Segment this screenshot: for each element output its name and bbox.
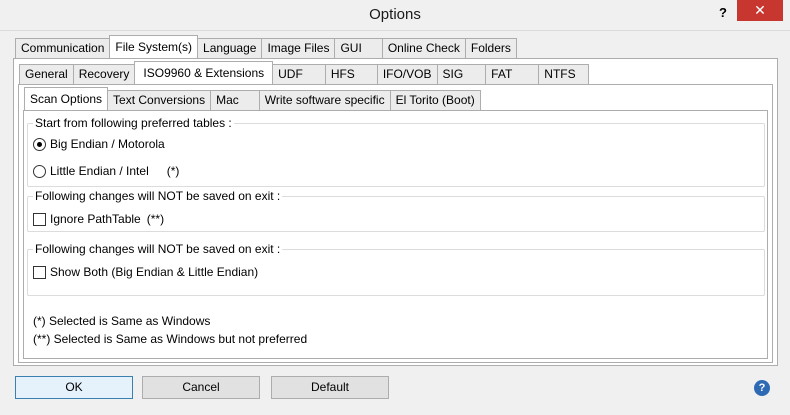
main-tabs: Communication File System(s) Language Im… — [15, 35, 517, 58]
tab-online-check[interactable]: Online Check — [381, 38, 466, 58]
tab-ntfs[interactable]: NTFS — [538, 64, 589, 84]
ignore-pathtable-option[interactable]: Ignore PathTable (**) — [33, 212, 164, 226]
tab-hfs[interactable]: HFS — [324, 64, 378, 84]
footnote-double: (**) Selected is Same as Windows but not… — [33, 332, 308, 346]
tab-write-software-specific[interactable]: Write software specific — [258, 90, 391, 110]
tab-general[interactable]: General — [19, 64, 74, 84]
tab-scan-options[interactable]: Scan Options — [24, 87, 109, 110]
ignore-pathtable-note: (**) — [146, 212, 165, 226]
title-bar: Options ? ✕ — [0, 0, 790, 31]
tab-text-conversions[interactable]: Text Conversions — [107, 90, 212, 110]
ignore-pathtable-label: Ignore PathTable — [50, 212, 141, 226]
tab-communication[interactable]: Communication — [15, 38, 111, 58]
cancel-button[interactable]: Cancel — [142, 376, 260, 399]
little-endian-option[interactable]: Little Endian / Intel (*) — [33, 164, 179, 178]
little-endian-radio[interactable] — [33, 164, 46, 178]
preferred-tables-title: Start from following preferred tables : — [33, 116, 234, 130]
tab-ifo-vob[interactable]: IFO/VOB — [376, 64, 438, 84]
tab-language[interactable]: Language — [197, 38, 263, 58]
tab-gui[interactable]: GUI — [334, 38, 383, 58]
ok-button[interactable]: OK — [15, 376, 133, 399]
big-endian-label: Big Endian / Motorola — [50, 137, 165, 151]
little-endian-label: Little Endian / Intel — [50, 164, 149, 178]
tab-udf[interactable]: UDF — [272, 64, 326, 84]
show-both-checkbox[interactable] — [33, 265, 46, 279]
iso-subtabs: Scan Options Text Conversions Mac Write … — [24, 87, 481, 110]
help-icon[interactable]: ? — [754, 380, 770, 396]
tab-iso9960[interactable]: ISO9960 & Extensions — [134, 61, 274, 84]
big-endian-option[interactable]: Big Endian / Motorola — [33, 137, 165, 151]
show-both-group-title: Following changes will NOT be saved on e… — [33, 242, 283, 256]
ignore-pathtable-checkbox[interactable] — [33, 212, 46, 226]
show-both-option[interactable]: Show Both (Big Endian & Little Endian) — [33, 265, 258, 279]
tab-fat[interactable]: FAT — [485, 64, 540, 84]
tab-el-torito[interactable]: El Torito (Boot) — [389, 90, 481, 110]
little-endian-note: (*) — [166, 164, 180, 178]
tab-file-systems[interactable]: File System(s) — [109, 35, 199, 58]
default-button[interactable]: Default — [271, 376, 389, 399]
tab-mac[interactable]: Mac — [210, 90, 260, 110]
tab-image-files[interactable]: Image Files — [261, 38, 336, 58]
pathtable-group-title: Following changes will NOT be saved on e… — [33, 189, 283, 203]
title-help-button[interactable]: ? — [713, 5, 733, 23]
big-endian-radio[interactable] — [33, 137, 46, 151]
tab-recovery[interactable]: Recovery — [72, 64, 136, 84]
filesystem-tabs: General Recovery ISO9960 & Extensions UD… — [19, 61, 589, 84]
close-button[interactable]: ✕ — [737, 0, 783, 21]
show-both-label: Show Both (Big Endian & Little Endian) — [50, 265, 259, 279]
tab-folders[interactable]: Folders — [464, 38, 517, 58]
tab-sig[interactable]: SIG — [436, 64, 487, 84]
footnote-single: (*) Selected is Same as Windows — [33, 314, 211, 328]
window-title: Options — [369, 6, 421, 23]
